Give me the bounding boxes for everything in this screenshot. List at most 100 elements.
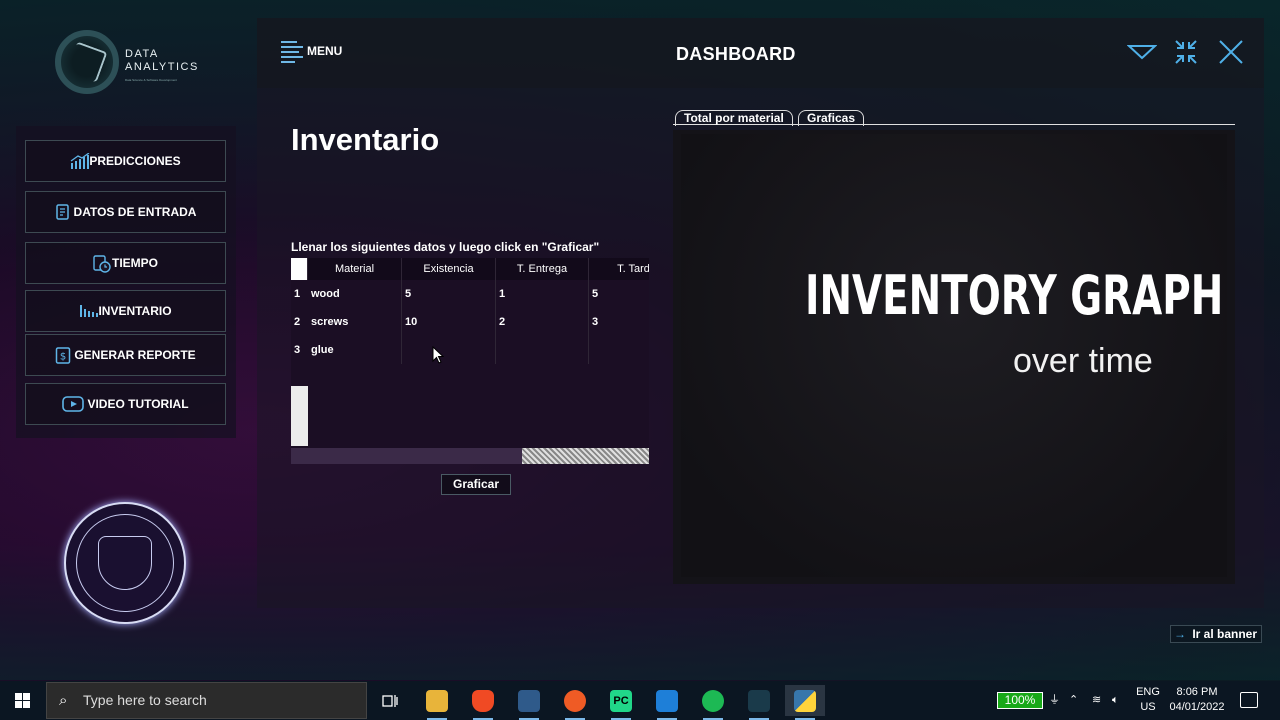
table-cell[interactable]: 3: [589, 308, 649, 336]
close-icon[interactable]: [1217, 38, 1245, 66]
power-plug-icon[interactable]: ⏚: [1049, 681, 1060, 720]
sidebar-item-video-tutorial[interactable]: VIDEO TUTORIAL: [25, 383, 226, 425]
ir-al-banner-button[interactable]: → Ir al banner: [1170, 625, 1262, 643]
arrow-right-icon: →: [1174, 627, 1186, 641]
scrollbar-thumb[interactable]: [522, 448, 649, 464]
column-header-existencia[interactable]: Existencia: [402, 258, 496, 280]
clock[interactable]: 8:06 PM 04/01/2022: [1164, 685, 1230, 715]
clock-icon: [93, 255, 111, 273]
chart-icon: [70, 152, 90, 169]
mouse-cursor-icon: [432, 346, 444, 364]
vscode-icon[interactable]: [647, 685, 687, 720]
battery-indicator[interactable]: 100%: [997, 692, 1043, 709]
sidebar-item-generar-reporte[interactable]: $ GENERAR REPORTE: [25, 334, 226, 376]
chevron-up-icon[interactable]: ⌃: [1069, 681, 1078, 720]
top-bar: MENU DASHBOARD: [257, 18, 1264, 88]
sidebar-item-tiempo[interactable]: TIEMPO: [25, 242, 226, 284]
sidebar-item-label: PREDICCIONES: [89, 154, 181, 168]
graph-title: INVENTORY GRAPH: [805, 264, 1224, 327]
inventory-table[interactable]: Material Existencia T. Entrega T. Tard 1…: [291, 258, 649, 464]
sidebar-item-label: TIEMPO: [111, 256, 158, 270]
table-cell[interactable]: 5: [589, 280, 649, 308]
sidebar-item-label: INVENTARIO: [98, 304, 172, 318]
taskbar: ⌕ Type here to search PC 100% ⏚ ⌃ ≋ 🔈︎ E…: [0, 681, 1280, 720]
file-explorer-icon[interactable]: [417, 685, 457, 720]
clock-date: 04/01/2022: [1169, 701, 1225, 713]
inventory-icon: [79, 303, 99, 319]
row-index: 2: [294, 316, 301, 328]
row-header-gutter: [291, 386, 308, 446]
column-header-material[interactable]: Material: [308, 258, 402, 280]
spotify-icon[interactable]: [693, 685, 733, 720]
sidebar-item-inventario[interactable]: INVENTARIO: [25, 290, 226, 332]
minimize-icon[interactable]: [1126, 38, 1158, 66]
table-cell[interactable]: glue: [308, 336, 402, 364]
sql-server-icon[interactable]: [509, 685, 549, 720]
logo-line2: ANALYTICS: [125, 61, 199, 73]
main-panel: MENU DASHBOARD Inventario Llenar los sig…: [257, 18, 1264, 608]
table-cell[interactable]: [402, 336, 496, 364]
table-row: 2 screws 10 2 3: [291, 308, 649, 336]
graph-subtitle: over time: [1013, 342, 1153, 380]
volume-icon[interactable]: 🔈︎: [1112, 681, 1119, 720]
keyboard-layout: US: [1140, 701, 1156, 713]
anaconda-icon[interactable]: [739, 685, 779, 720]
graph-panel: INVENTORY GRAPH over time: [673, 130, 1235, 584]
table-row: 1 wood 5 1 5: [291, 280, 649, 308]
video-icon: [62, 396, 85, 412]
brave-browser-icon[interactable]: [463, 685, 503, 720]
tab-total-por-material[interactable]: Total por material: [675, 110, 793, 126]
clock-time: 8:06 PM: [1176, 686, 1218, 698]
postman-icon[interactable]: [555, 685, 595, 720]
table-cell[interactable]: 2: [496, 308, 589, 336]
pycharm-icon[interactable]: PC: [601, 685, 641, 720]
logo-line1: DATA: [125, 48, 159, 60]
table-cell[interactable]: screws: [308, 308, 402, 336]
table-row: 3 glue: [291, 336, 649, 364]
sidebar-item-datos-de-entrada[interactable]: DATOS DE ENTRADA: [25, 191, 226, 233]
svg-text:$: $: [60, 352, 66, 363]
table-cell[interactable]: 10: [402, 308, 496, 336]
tab-graficas[interactable]: Graficas: [798, 110, 865, 126]
column-header-t-entrega[interactable]: T. Entrega: [496, 258, 589, 280]
graph-placeholder: INVENTORY GRAPH over time: [681, 134, 1227, 577]
language-indicator[interactable]: ENG US: [1136, 685, 1160, 715]
banner-link-label: Ir al banner: [1192, 627, 1257, 641]
sidebar-item-predicciones[interactable]: PREDICCIONES: [25, 140, 226, 182]
page-title: DASHBOARD: [676, 44, 796, 64]
sidebar: PREDICCIONES DATOS DE ENTRADA TIEMPO INV…: [16, 126, 236, 438]
university-seal: [64, 502, 186, 624]
menu-button[interactable]: MENU: [281, 40, 342, 63]
restore-icon[interactable]: [1172, 38, 1200, 66]
table-cell[interactable]: 1: [496, 280, 589, 308]
data-analytics-logo: DATA ANALYTICS Data Science & Software D…: [55, 30, 215, 100]
sidebar-item-label: VIDEO TUTORIAL: [87, 397, 189, 411]
logo-icon: [55, 30, 119, 94]
horizontal-scrollbar[interactable]: [291, 448, 649, 464]
python-app-icon[interactable]: [785, 685, 825, 720]
table-header-row: Material Existencia T. Entrega T. Tard: [291, 258, 649, 280]
row-index: 1: [294, 288, 301, 300]
wifi-icon[interactable]: ≋: [1092, 681, 1101, 720]
document-icon: [55, 204, 71, 220]
logo-text: DATA ANALYTICS Data Science & Software D…: [125, 48, 199, 87]
task-view-icon[interactable]: [370, 685, 410, 716]
table-corner[interactable]: [291, 258, 308, 280]
notification-icon[interactable]: [1240, 692, 1258, 708]
taskbar-search-input[interactable]: ⌕ Type here to search: [46, 682, 367, 719]
column-header-t-tard[interactable]: T. Tard: [589, 258, 649, 280]
start-button[interactable]: [0, 681, 46, 720]
report-icon: $: [55, 347, 71, 364]
language-code: ENG: [1136, 686, 1160, 698]
table-cell[interactable]: [589, 336, 649, 364]
logo-tagline: Data Science & Software Development: [125, 78, 177, 82]
table-cell[interactable]: 5: [402, 280, 496, 308]
search-placeholder: Type here to search: [83, 692, 207, 708]
graficar-button[interactable]: Graficar: [441, 474, 511, 495]
section-title: Inventario: [291, 122, 440, 157]
row-index: 3: [294, 344, 301, 356]
search-icon: ⌕: [59, 692, 68, 709]
table-cell[interactable]: [496, 336, 589, 364]
hamburger-icon: [281, 40, 305, 63]
table-cell[interactable]: wood: [308, 280, 402, 308]
